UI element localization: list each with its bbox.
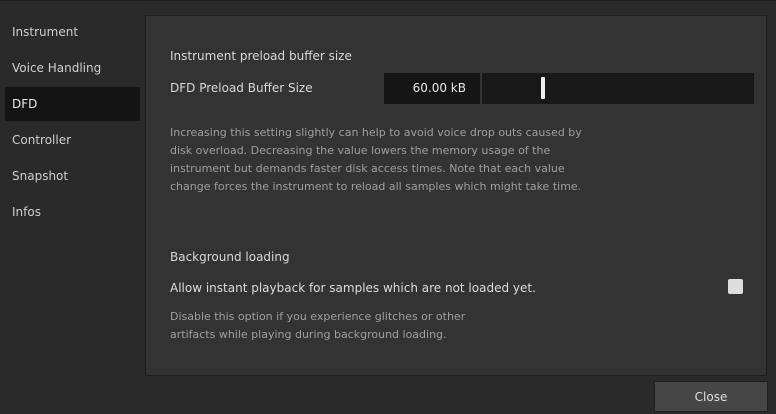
background-loading-description: Disable this option if you experience gl… xyxy=(170,308,730,344)
sidebar-item-voice-handling[interactable]: Voice Handling xyxy=(0,51,145,85)
instrument-options-window: Instrument Voice Handling DFD Controller… xyxy=(0,0,776,414)
preload-buffer-row: DFD Preload Buffer Size 60.00 kB xyxy=(170,73,754,104)
preload-buffer-description: Increasing this setting slightly can hel… xyxy=(170,124,730,196)
description-line: Increasing this setting slightly can hel… xyxy=(170,126,582,139)
sidebar-item-instrument[interactable]: Instrument xyxy=(0,15,145,49)
description-line: disk overload. Decreasing the value lowe… xyxy=(170,144,551,157)
allow-instant-playback-label: Allow instant playback for samples which… xyxy=(170,281,536,295)
preload-buffer-slider-handle[interactable] xyxy=(541,77,545,99)
sidebar-item-snapshot[interactable]: Snapshot xyxy=(0,159,145,193)
options-sidebar: Instrument Voice Handling DFD Controller… xyxy=(0,15,145,231)
preload-buffer-slider[interactable] xyxy=(482,73,754,104)
sidebar-item-infos[interactable]: Infos xyxy=(0,195,145,229)
background-loading-section-title: Background loading xyxy=(170,250,290,264)
description-line: change forces the instrument to reload a… xyxy=(170,180,582,193)
description-line: Disable this option if you experience gl… xyxy=(170,310,466,323)
preload-buffer-value-field[interactable]: 60.00 kB xyxy=(384,73,480,104)
preload-buffer-label: DFD Preload Buffer Size xyxy=(170,81,313,95)
close-button[interactable]: Close xyxy=(654,381,768,412)
sidebar-item-controller[interactable]: Controller xyxy=(0,123,145,157)
preload-buffer-section-title: Instrument preload buffer size xyxy=(170,49,352,63)
description-line: instrument but demands faster disk acces… xyxy=(170,162,565,175)
allow-instant-playback-checkbox[interactable] xyxy=(728,279,743,294)
description-line: artifacts while playing during backgroun… xyxy=(170,328,447,341)
dfd-settings-panel: Instrument preload buffer size DFD Prelo… xyxy=(145,15,767,376)
sidebar-item-dfd[interactable]: DFD xyxy=(5,87,140,121)
